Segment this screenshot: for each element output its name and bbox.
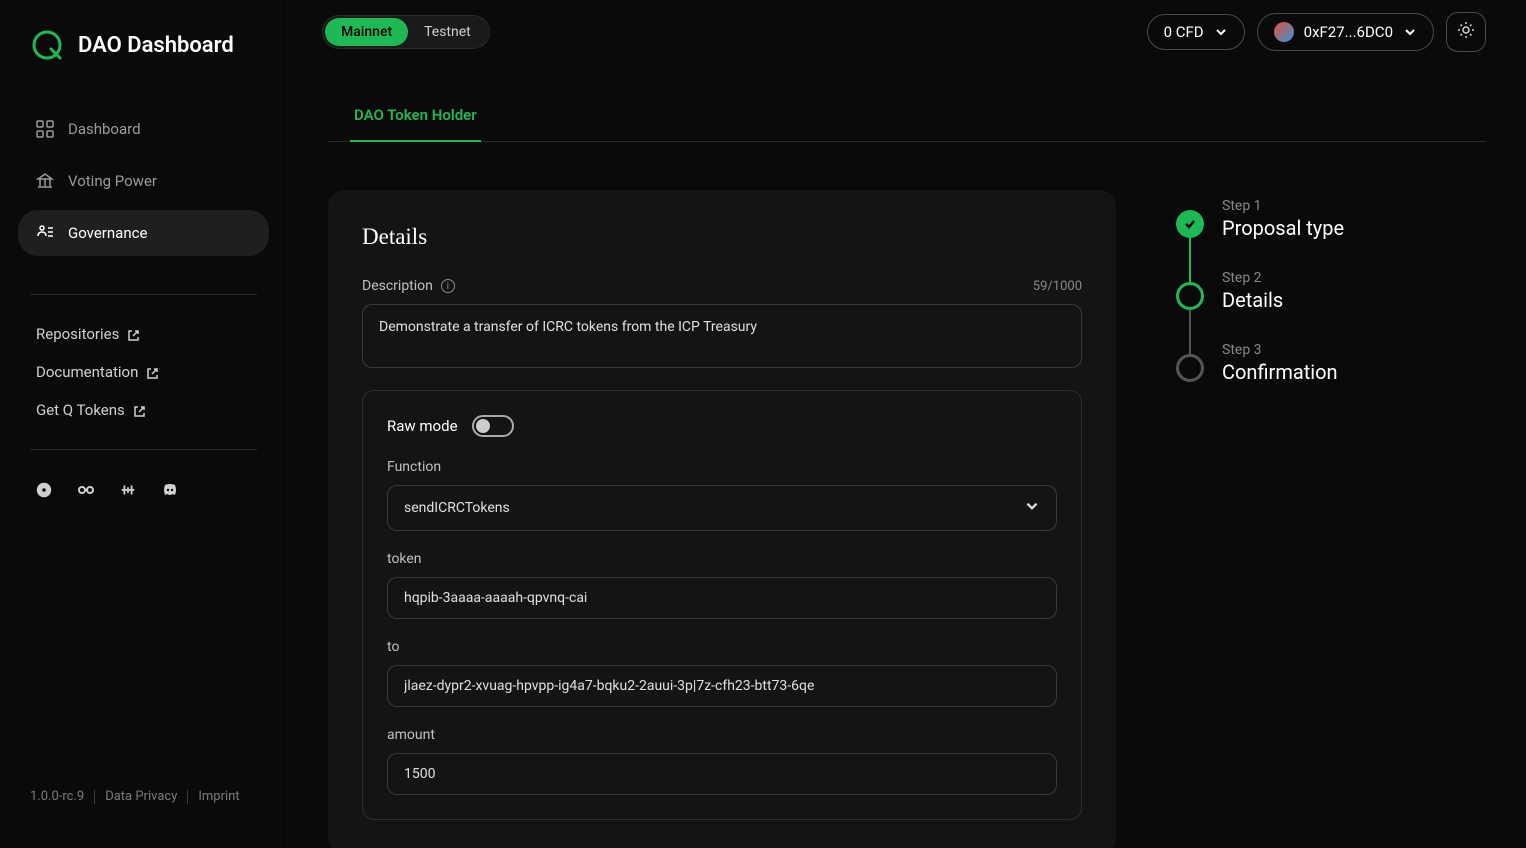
form-area: Details Description i 59/1000 Raw mode (328, 190, 1486, 848)
sidebar-item-voting-power[interactable]: Voting Power (18, 158, 269, 204)
social-row (0, 462, 287, 518)
description-input[interactable] (362, 304, 1082, 368)
wallet-avatar-icon (1274, 22, 1294, 42)
function-subpanel: Raw mode Function sendICRCTokens (362, 390, 1082, 820)
function-select[interactable]: sendICRCTokens (387, 485, 1057, 531)
separator (94, 790, 95, 804)
mainnet-button[interactable]: Mainnet (325, 18, 408, 46)
step-text: Step 1 Proposal type (1222, 198, 1344, 270)
sidebar: DAO Dashboard Dashboard Voting Power Gov… (0, 0, 288, 848)
step-number: Step 2 (1222, 270, 1283, 286)
divider (30, 449, 257, 450)
to-input[interactable] (387, 665, 1057, 707)
tabs: DAO Token Holder (328, 94, 1486, 142)
description-label-row: Description i 59/1000 (362, 278, 1082, 294)
token-input[interactable] (387, 577, 1057, 619)
toggle-knob (476, 419, 490, 433)
step-marker-done (1176, 210, 1204, 238)
brand: DAO Dashboard (0, 20, 287, 86)
settings-button[interactable] (1446, 12, 1486, 52)
to-field: to (387, 639, 1057, 707)
balance-label: 0 CFD (1164, 23, 1204, 41)
chevron-down-icon (1403, 25, 1417, 39)
step-title: Proposal type (1222, 216, 1344, 240)
step-marker-current (1176, 282, 1204, 310)
tab-dao-token-holder[interactable]: DAO Token Holder (350, 94, 481, 142)
testnet-button[interactable]: Testnet (408, 18, 487, 46)
label-text: Description (362, 278, 433, 294)
separator (187, 790, 188, 804)
step-2: Step 2 Details (1176, 270, 1344, 342)
link-label: Get Q Tokens (36, 401, 125, 419)
version-label: 1.0.0-rc.9 (30, 789, 84, 804)
info-icon[interactable]: i (441, 279, 455, 293)
step-marker-pending (1176, 354, 1204, 382)
raw-mode-toggle[interactable] (472, 415, 514, 437)
link-documentation[interactable]: Documentation (30, 353, 257, 391)
step-number: Step 1 (1222, 198, 1344, 214)
step-text: Step 3 Confirmation (1222, 342, 1338, 414)
dashboard-icon (36, 120, 54, 138)
step-1: Step 1 Proposal type (1176, 198, 1344, 270)
external-link-icon (133, 404, 146, 417)
external-links: Repositories Documentation Get Q Tokens (0, 307, 287, 437)
chevron-down-icon (1214, 25, 1228, 39)
external-link-icon (146, 366, 159, 379)
step-text: Step 2 Details (1222, 270, 1283, 342)
topbar: Mainnet Testnet 0 CFD 0xF27...6DC0 (288, 0, 1526, 64)
wallet-address: 0xF27...6DC0 (1304, 23, 1393, 41)
balance-pill[interactable]: 0 CFD (1147, 14, 1245, 50)
step-title: Confirmation (1222, 360, 1338, 384)
sidebar-footer: 1.0.0-rc.9 Data Privacy Imprint (0, 789, 287, 828)
char-counter: 59/1000 (1033, 279, 1082, 294)
brand-title: DAO Dashboard (78, 33, 234, 58)
content: DAO Token Holder Details Description i 5… (288, 64, 1526, 848)
link-imprint[interactable]: Imprint (198, 789, 239, 804)
governance-icon (36, 224, 54, 242)
stepper: Step 1 Proposal type Step 2 Details Ste (1176, 190, 1344, 848)
link-label: Documentation (36, 363, 138, 381)
step-3: Step 3 Confirmation (1176, 342, 1344, 414)
divider (30, 294, 257, 295)
panel-title: Details (362, 224, 1082, 250)
details-panel: Details Description i 59/1000 Raw mode (328, 190, 1116, 848)
amount-label: amount (387, 727, 1057, 743)
bridge-icon[interactable] (118, 480, 138, 500)
sidebar-item-label: Dashboard (68, 120, 141, 138)
description-label: Description i (362, 278, 455, 294)
amount-field: amount (387, 727, 1057, 795)
main: Mainnet Testnet 0 CFD 0xF27...6DC0 DAO T… (288, 0, 1526, 848)
sidebar-item-dashboard[interactable]: Dashboard (18, 106, 269, 152)
function-field: Function sendICRCTokens (387, 459, 1057, 531)
coin-icon[interactable] (34, 480, 54, 500)
step-title: Details (1222, 288, 1283, 312)
glasses-icon[interactable] (76, 480, 96, 500)
gear-icon (1456, 20, 1476, 44)
nav: Dashboard Voting Power Governance (0, 86, 287, 282)
bank-icon (36, 172, 54, 190)
wallet-pill[interactable]: 0xF27...6DC0 (1257, 13, 1434, 51)
token-label: token (387, 551, 1057, 567)
sidebar-item-label: Voting Power (68, 172, 157, 190)
link-privacy[interactable]: Data Privacy (105, 789, 177, 804)
select-value: sendICRCTokens (404, 500, 510, 516)
link-label: Repositories (36, 325, 119, 343)
network-toggle: Mainnet Testnet (322, 15, 490, 49)
function-label: Function (387, 459, 1057, 475)
amount-input[interactable] (387, 753, 1057, 795)
sidebar-item-label: Governance (68, 224, 147, 242)
link-repositories[interactable]: Repositories (30, 315, 257, 353)
external-link-icon (127, 328, 140, 341)
token-field: token (387, 551, 1057, 619)
sidebar-item-governance[interactable]: Governance (18, 210, 269, 256)
discord-icon[interactable] (160, 480, 180, 500)
step-number: Step 3 (1222, 342, 1338, 358)
logo-icon (30, 28, 64, 62)
raw-mode-row: Raw mode (387, 415, 1057, 437)
to-label: to (387, 639, 1057, 655)
link-get-tokens[interactable]: Get Q Tokens (30, 391, 257, 429)
chevron-down-icon (1024, 498, 1040, 518)
raw-mode-label: Raw mode (387, 417, 458, 435)
